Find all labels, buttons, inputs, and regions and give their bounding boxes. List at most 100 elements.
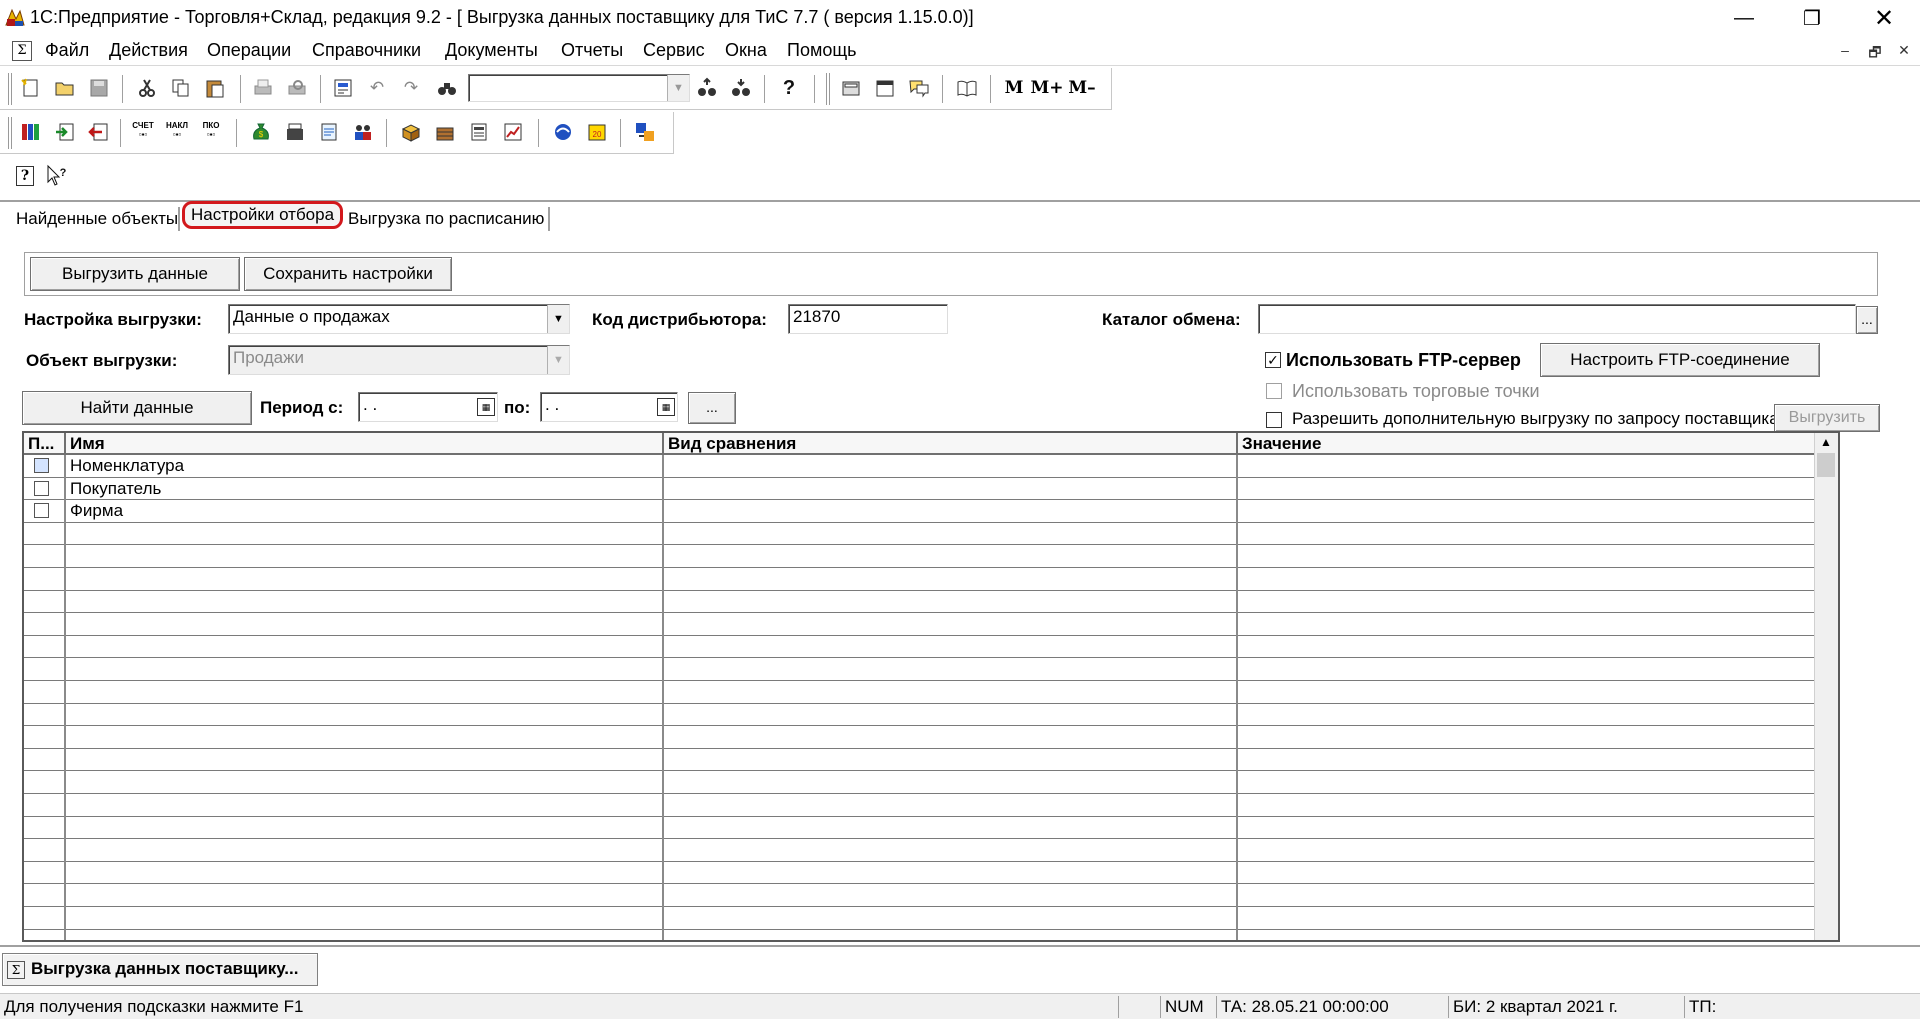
goods-box-icon[interactable] <box>398 119 424 145</box>
period-select-button[interactable]: ... <box>688 392 736 424</box>
table-row-empty[interactable] <box>24 681 1814 704</box>
waybill-doc-icon[interactable]: НАКЛ ▫▪▫ <box>164 117 190 143</box>
save-settings-button[interactable]: Сохранить настройки <box>244 257 452 291</box>
row-value-cell[interactable] <box>1238 500 1246 522</box>
grid-vertical-scrollbar[interactable]: ▲ <box>1814 433 1838 940</box>
find-data-button[interactable]: Найти данные <box>22 391 252 425</box>
row-name-cell[interactable]: Фирма <box>66 500 127 522</box>
menu-file[interactable]: Файл <box>45 40 89 61</box>
menu-actions[interactable]: Действия <box>109 40 188 61</box>
book-icon[interactable] <box>954 75 980 101</box>
menu-reports[interactable]: Отчеты <box>561 40 623 61</box>
properties-icon[interactable] <box>330 75 356 101</box>
new-document-icon[interactable] <box>18 75 44 101</box>
table-row-empty[interactable] <box>24 568 1814 591</box>
table-row-empty[interactable] <box>24 862 1814 885</box>
column-header-name[interactable]: Имя <box>66 433 664 455</box>
scroll-thumb[interactable] <box>1817 453 1835 477</box>
allow-extra-label[interactable]: Разрешить дополнительную выгрузку по зап… <box>1292 409 1779 429</box>
journal-books-icon[interactable] <box>18 119 44 145</box>
binoculars-search-icon[interactable] <box>434 75 460 101</box>
menu-references[interactable]: Справочники <box>312 40 421 61</box>
toolbar-grip[interactable] <box>8 117 12 149</box>
row-use-checkbox[interactable] <box>34 458 49 473</box>
close-button[interactable]: ✕ <box>1850 0 1918 36</box>
calculator-icon[interactable] <box>838 75 864 101</box>
exchange-icon[interactable] <box>632 119 658 145</box>
table-row-empty[interactable] <box>24 907 1814 930</box>
memory-plus-button[interactable]: M+ <box>1030 75 1063 101</box>
incoming-doc-icon[interactable] <box>52 119 78 145</box>
menu-documents[interactable]: Документы <box>445 40 538 61</box>
toolbar-grip[interactable] <box>8 73 12 105</box>
table-row[interactable]: Фирма <box>24 500 1814 523</box>
column-header-comparison[interactable]: Вид сравнения <box>664 433 1238 455</box>
ftp-checkbox-label[interactable]: Использовать FTP-сервер <box>1286 350 1521 371</box>
tab-scheduled-upload[interactable]: Выгрузка по расписанию <box>342 205 550 233</box>
table-row-empty[interactable] <box>24 794 1814 817</box>
table-row[interactable]: Номенклатура <box>24 455 1814 478</box>
system-menu-icon[interactable]: Σ <box>12 41 32 61</box>
configure-ftp-button[interactable]: Настроить FTP-соединение <box>1540 343 1820 377</box>
setting-select[interactable]: Данные о продажах ▼ <box>228 304 570 334</box>
row-comparison-cell[interactable] <box>664 478 672 500</box>
search-combo[interactable]: ▼ <box>468 74 690 102</box>
mdi-minimize-button[interactable]: – <box>1834 42 1856 62</box>
calendar-icon[interactable] <box>872 75 898 101</box>
menu-operations[interactable]: Операции <box>207 40 291 61</box>
row-name-cell[interactable]: Номенклатура <box>66 455 188 477</box>
memory-m-button[interactable]: M <box>1001 75 1027 101</box>
context-help-icon[interactable]: ? <box>44 163 70 189</box>
find-previous-icon[interactable] <box>728 75 754 101</box>
print-preview-icon[interactable] <box>284 75 310 101</box>
row-value-cell[interactable] <box>1238 478 1246 500</box>
row-value-cell[interactable] <box>1238 455 1246 477</box>
table-row-empty[interactable] <box>24 726 1814 749</box>
table-row-empty[interactable] <box>24 636 1814 659</box>
menu-windows[interactable]: Окна <box>725 40 767 61</box>
table-row-empty[interactable] <box>24 704 1814 727</box>
ftp-checkbox[interactable]: ✓ <box>1265 352 1281 368</box>
scroll-up-icon[interactable]: ▲ <box>1818 435 1834 451</box>
copy-icon[interactable] <box>168 75 194 101</box>
catalog-browse-button[interactable]: ... <box>1856 306 1878 334</box>
save-disk-icon[interactable] <box>86 75 112 101</box>
table-row-empty[interactable] <box>24 771 1814 794</box>
tab-found-objects[interactable]: Найденные объекты <box>10 205 184 233</box>
report-icon[interactable] <box>466 119 492 145</box>
restore-button[interactable]: ❐ <box>1778 0 1846 36</box>
allow-extra-checkbox[interactable] <box>1266 412 1282 428</box>
money-bag-icon[interactable]: $ <box>248 119 274 145</box>
upload-data-button[interactable]: Выгрузить данные <box>30 257 240 291</box>
document-list-icon[interactable] <box>316 119 342 145</box>
menu-help[interactable]: Помощь <box>787 40 857 61</box>
cut-scissors-icon[interactable] <box>134 75 160 101</box>
row-comparison-cell[interactable] <box>664 455 672 477</box>
row-use-checkbox[interactable] <box>34 480 49 496</box>
undo-icon[interactable]: ↶ <box>364 75 390 101</box>
warehouse-icon[interactable] <box>432 119 458 145</box>
tab-filter-settings[interactable]: Настройки отбора <box>182 201 344 229</box>
period-to-calendar-icon[interactable]: ▦ <box>657 398 675 416</box>
table-row[interactable]: Покупатель <box>24 478 1814 501</box>
cash-receipt-doc-icon[interactable]: ПКО ▫▪▫ <box>198 117 224 143</box>
table-row-empty[interactable] <box>24 545 1814 568</box>
mdi-restore-button[interactable]: 🗗 <box>1864 42 1886 62</box>
help-question-icon[interactable]: ? <box>776 75 802 101</box>
table-row-empty[interactable] <box>24 839 1814 862</box>
find-next-icon[interactable] <box>694 75 720 101</box>
column-header-value[interactable]: Значение <box>1238 433 1814 455</box>
table-row-empty[interactable] <box>24 613 1814 636</box>
memory-minus-button[interactable]: M– <box>1068 75 1095 101</box>
table-row-empty[interactable] <box>24 523 1814 546</box>
table-row-empty[interactable] <box>24 817 1814 840</box>
chart-icon[interactable] <box>500 119 526 145</box>
period-from-input[interactable]: . . ▦ <box>358 392 498 422</box>
row-name-cell[interactable]: Покупатель <box>66 478 165 500</box>
table-row-empty[interactable] <box>24 749 1814 772</box>
open-folder-icon[interactable] <box>52 75 78 101</box>
chat-messages-icon[interactable] <box>906 75 932 101</box>
distributor-code-input[interactable]: 21870 <box>788 304 948 334</box>
mdi-close-button[interactable]: ✕ <box>1893 42 1915 62</box>
column-header-use[interactable]: П... <box>24 433 66 455</box>
